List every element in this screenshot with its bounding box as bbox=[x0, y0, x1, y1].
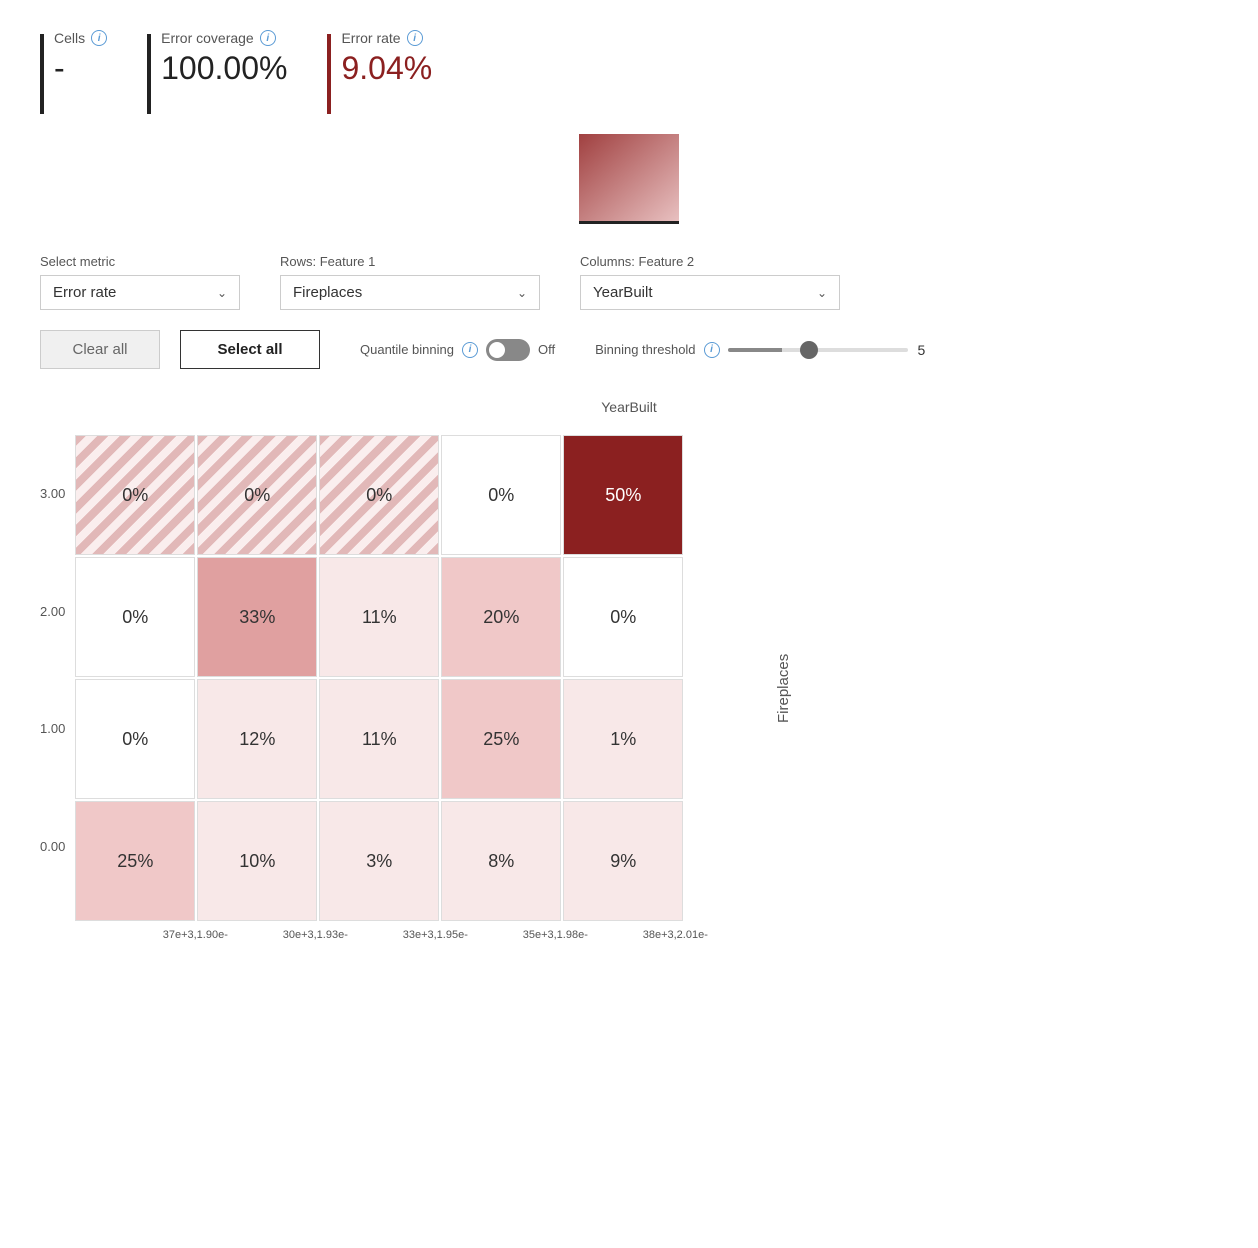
error-rate-value: 9.04% bbox=[341, 50, 432, 87]
columns-dropdown-group: Columns: Feature 2 YearBuilt ⌄ bbox=[580, 254, 840, 310]
metric-dropdown-value: Error rate bbox=[53, 284, 116, 301]
quantile-binning-label: Quantile binning bbox=[360, 342, 454, 357]
rows-dropdown-value: Fireplaces bbox=[293, 284, 362, 301]
binning-slider[interactable] bbox=[728, 348, 908, 352]
x-label-4: 38e+3,2.01e- bbox=[615, 929, 735, 941]
metric-error-rate: Error rate i 9.04% bbox=[327, 30, 472, 114]
binning-group: Binning threshold i 5 bbox=[595, 342, 925, 358]
cell-2-4[interactable]: 1% bbox=[563, 679, 683, 799]
x-axis-labels: 37e+3,1.90e- 30e+3,1.93e- 33e+3,1.95e- 3… bbox=[135, 929, 735, 941]
columns-dropdown[interactable]: YearBuilt ⌄ bbox=[580, 275, 840, 310]
rows-dropdown-label: Rows: Feature 1 bbox=[280, 254, 540, 269]
binning-threshold-label: Binning threshold bbox=[595, 342, 695, 357]
select-all-button[interactable]: Select all bbox=[180, 330, 320, 369]
rows-dropdown[interactable]: Fireplaces ⌄ bbox=[280, 275, 540, 310]
heatmap-left: 3.00 2.00 1.00 0.00 0% 0% 0% 0% 50% 0% 3… bbox=[40, 435, 735, 941]
cell-2-1[interactable]: 12% bbox=[197, 679, 317, 799]
cell-2-3[interactable]: 25% bbox=[441, 679, 561, 799]
cell-0-1[interactable]: 0% bbox=[197, 435, 317, 555]
metric-cells: Cells i - bbox=[40, 30, 147, 114]
x-label-3: 35e+3,1.98e- bbox=[495, 929, 615, 941]
cell-1-4[interactable]: 0% bbox=[563, 557, 683, 677]
metric-bar-error-rate bbox=[327, 34, 331, 114]
binning-info-icon[interactable]: i bbox=[704, 342, 720, 358]
x-label-0: 37e+3,1.90e- bbox=[135, 929, 255, 941]
y-axis-labels: 3.00 2.00 1.00 0.00 bbox=[40, 435, 65, 915]
cells-info-icon[interactable]: i bbox=[91, 30, 107, 46]
heatmap-right: Fireplaces bbox=[755, 448, 792, 928]
color-swatch-container bbox=[40, 134, 1218, 224]
cells-value: - bbox=[54, 50, 107, 87]
cell-3-0[interactable]: 25% bbox=[75, 801, 195, 921]
cell-1-3[interactable]: 20% bbox=[441, 557, 561, 677]
error-rate-label: Error rate bbox=[341, 30, 400, 46]
metric-dropdown[interactable]: Error rate ⌄ bbox=[40, 275, 240, 310]
clear-all-button[interactable]: Clear all bbox=[40, 330, 160, 369]
x-label-1: 30e+3,1.93e- bbox=[255, 929, 375, 941]
actions-row: Clear all Select all Quantile binning i … bbox=[40, 330, 1218, 369]
heatmap-section: YearBuilt 3.00 2.00 1.00 0.00 0% 0% 0% 0… bbox=[40, 399, 1218, 941]
toggle-thumb bbox=[489, 342, 505, 358]
controls-section: Select metric Error rate ⌄ Rows: Feature… bbox=[40, 254, 1218, 369]
heatmap-row-label: Fireplaces bbox=[775, 448, 792, 928]
dropdowns-row: Select metric Error rate ⌄ Rows: Feature… bbox=[40, 254, 1218, 310]
cell-1-1[interactable]: 33% bbox=[197, 557, 317, 677]
metric-dropdown-label: Select metric bbox=[40, 254, 240, 269]
error-rate-info-icon[interactable]: i bbox=[407, 30, 423, 46]
metric-dropdown-group: Select metric Error rate ⌄ bbox=[40, 254, 240, 310]
y-label-2: 2.00 bbox=[40, 604, 65, 619]
cell-3-3[interactable]: 8% bbox=[441, 801, 561, 921]
cell-0-3[interactable]: 0% bbox=[441, 435, 561, 555]
error-coverage-value: 100.00% bbox=[161, 50, 287, 87]
quantile-state: Off bbox=[538, 342, 555, 357]
columns-dropdown-value: YearBuilt bbox=[593, 284, 653, 301]
color-swatch bbox=[579, 134, 679, 224]
cell-0-0[interactable]: 0% bbox=[75, 435, 195, 555]
heatmap-grid: 0% 0% 0% 0% 50% 0% 33% 11% 20% 0% 0% 12%… bbox=[75, 435, 735, 921]
cell-0-2[interactable]: 0% bbox=[319, 435, 439, 555]
cell-3-2[interactable]: 3% bbox=[319, 801, 439, 921]
cells-label: Cells bbox=[54, 30, 85, 46]
cell-1-2[interactable]: 11% bbox=[319, 557, 439, 677]
cell-3-4[interactable]: 9% bbox=[563, 801, 683, 921]
rows-dropdown-group: Rows: Feature 1 Fireplaces ⌄ bbox=[280, 254, 540, 310]
rows-dropdown-chevron: ⌄ bbox=[517, 286, 527, 300]
error-coverage-info-icon[interactable]: i bbox=[260, 30, 276, 46]
metric-dropdown-chevron: ⌄ bbox=[217, 286, 227, 300]
binning-value: 5 bbox=[918, 342, 926, 358]
cell-2-2[interactable]: 11% bbox=[319, 679, 439, 799]
heatmap-wrapper: 3.00 2.00 1.00 0.00 0% 0% 0% 0% 50% 0% 3… bbox=[40, 435, 1218, 941]
metric-bar-cells bbox=[40, 34, 44, 114]
quantile-info-icon[interactable]: i bbox=[462, 342, 478, 358]
error-coverage-label: Error coverage bbox=[161, 30, 254, 46]
cell-1-0[interactable]: 0% bbox=[75, 557, 195, 677]
heatmap-x-title: YearBuilt bbox=[40, 399, 1218, 415]
cell-2-0[interactable]: 0% bbox=[75, 679, 195, 799]
metric-error-coverage: Error coverage i 100.00% bbox=[147, 30, 327, 114]
columns-dropdown-label: Columns: Feature 2 bbox=[580, 254, 840, 269]
cell-3-1[interactable]: 10% bbox=[197, 801, 317, 921]
y-label-1: 1.00 bbox=[40, 721, 65, 736]
binning-slider-container: 5 bbox=[728, 342, 926, 358]
x-label-2: 33e+3,1.95e- bbox=[375, 929, 495, 941]
y-label-3: 3.00 bbox=[40, 486, 65, 501]
quantile-binning-group: Quantile binning i Off bbox=[360, 339, 555, 361]
columns-dropdown-chevron: ⌄ bbox=[817, 286, 827, 300]
y-label-0: 0.00 bbox=[40, 839, 65, 854]
quantile-toggle[interactable] bbox=[486, 339, 530, 361]
metric-bar-error-coverage bbox=[147, 34, 151, 114]
metrics-row: Cells i - Error coverage i 100.00% Error… bbox=[40, 30, 1218, 114]
cell-0-4[interactable]: 50% bbox=[563, 435, 683, 555]
